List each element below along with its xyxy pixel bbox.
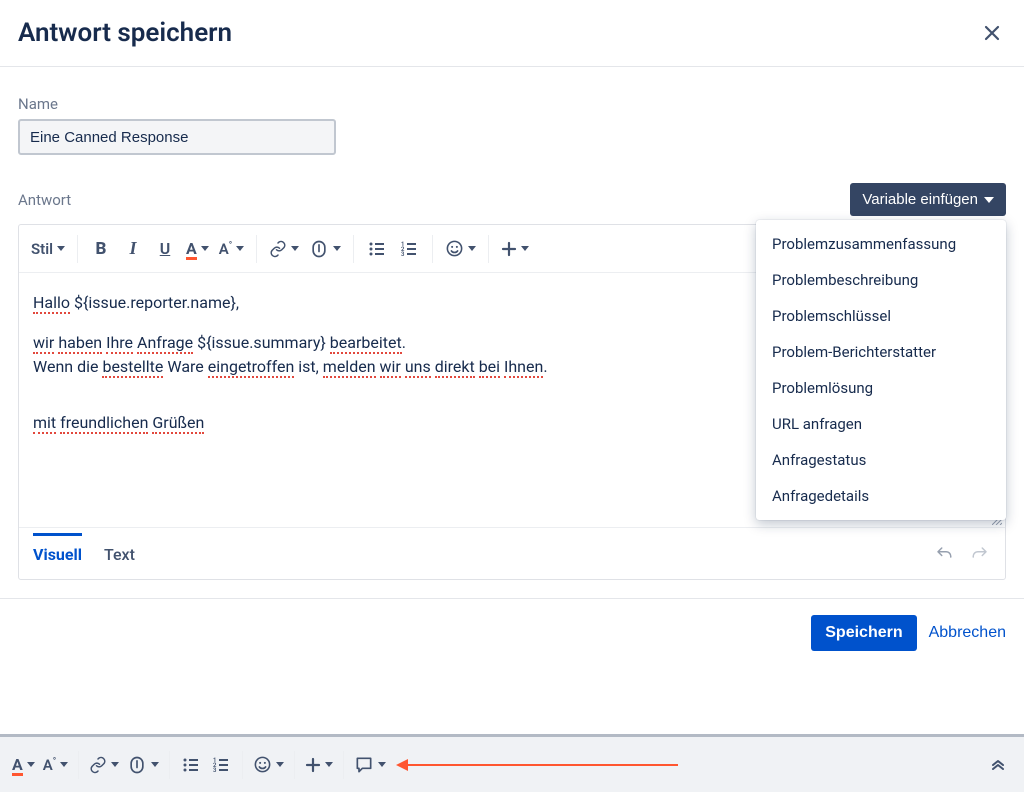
expand-button[interactable] <box>990 757 1016 773</box>
chevron-down-icon <box>27 762 35 767</box>
bg-more-formatting-button[interactable]: A° <box>39 748 73 782</box>
more-formatting-button[interactable]: A° <box>215 232 249 266</box>
editor-tabs: Visuell Text <box>19 527 1005 579</box>
separator <box>256 235 257 263</box>
name-input[interactable] <box>18 119 336 155</box>
link-icon <box>269 240 287 258</box>
chevron-down-icon <box>201 246 209 251</box>
bg-insert-more-button[interactable] <box>301 748 337 782</box>
variable-option[interactable]: Problembeschreibung <box>756 262 1006 298</box>
undo-button[interactable] <box>933 545 955 563</box>
chevron-down-icon <box>984 197 994 203</box>
separator <box>353 235 354 263</box>
variable-option[interactable]: Problem-Berichterstatter <box>756 334 1006 370</box>
chevron-down-icon <box>378 762 386 767</box>
save-button[interactable]: Speichern <box>811 615 916 651</box>
chevron-down-icon <box>468 246 476 251</box>
chevron-down-icon <box>60 762 68 767</box>
separator <box>488 235 489 263</box>
variable-option[interactable]: Anfragestatus <box>756 442 1006 478</box>
bg-link-button[interactable] <box>85 748 123 782</box>
annotation-arrow <box>396 759 678 771</box>
separator <box>432 235 433 263</box>
tab-text[interactable]: Text <box>104 533 135 574</box>
svg-text:3: 3 <box>213 767 217 774</box>
variable-option[interactable]: Problemschlüssel <box>756 298 1006 334</box>
numbered-list-icon: 123 <box>400 240 418 258</box>
chevron-down-icon <box>151 762 159 767</box>
attachment-icon <box>127 755 147 775</box>
svg-text:3: 3 <box>401 251 405 258</box>
close-icon[interactable] <box>980 21 1004 45</box>
separator <box>294 751 295 779</box>
link-icon <box>89 756 107 774</box>
bg-bullet-list-button[interactable] <box>176 748 206 782</box>
link-button[interactable] <box>265 232 303 266</box>
insert-variable-button[interactable]: Variable einfügen <box>850 183 1006 216</box>
emoji-icon <box>445 239 464 258</box>
dialog-title: Antwort speichern <box>18 18 232 48</box>
tab-visual[interactable]: Visuell <box>33 533 82 574</box>
antwort-row: Antwort Variable einfügen <box>18 183 1006 216</box>
chevron-down-icon <box>57 246 65 251</box>
redo-button[interactable] <box>969 545 991 563</box>
bg-numbered-list-button[interactable]: 123 <box>206 748 236 782</box>
emoji-button[interactable] <box>441 232 480 266</box>
chevron-down-icon <box>325 762 333 767</box>
style-dropdown[interactable]: Stil <box>27 232 69 266</box>
numbered-list-icon: 123 <box>212 756 230 774</box>
cancel-button[interactable]: Abbrechen <box>929 624 1006 642</box>
bg-emoji-button[interactable] <box>249 748 288 782</box>
plus-icon <box>305 757 321 773</box>
chevron-down-icon <box>333 246 341 251</box>
separator <box>242 751 243 779</box>
background-toolbar: A A° 123 <box>0 734 1024 792</box>
chevron-down-icon <box>236 246 244 251</box>
separator <box>78 751 79 779</box>
variable-option[interactable]: Problemzusammenfassung <box>756 226 1006 262</box>
insert-variable-label: Variable einfügen <box>862 191 978 208</box>
chevron-down-icon <box>111 762 119 767</box>
separator <box>343 751 344 779</box>
dialog-footer: Speichern Abbrechen <box>0 598 1024 667</box>
emoji-icon <box>253 755 272 774</box>
attachment-icon <box>309 239 329 259</box>
separator <box>169 751 170 779</box>
style-label: Stil <box>31 240 53 258</box>
chevron-down-icon <box>291 246 299 251</box>
plus-icon <box>501 241 517 257</box>
bold-button[interactable]: B <box>86 232 116 266</box>
bg-canned-response-button[interactable] <box>350 748 390 782</box>
underline-button[interactable]: U <box>150 232 180 266</box>
bg-attachment-button[interactable] <box>123 748 163 782</box>
variable-dropdown: Problemzusammenfassung Problembeschreibu… <box>756 220 1006 520</box>
dialog-header: Antwort speichern <box>0 0 1024 67</box>
variable-option[interactable]: Problemlösung <box>756 370 1006 406</box>
numbered-list-button[interactable]: 123 <box>394 232 424 266</box>
bullet-list-button[interactable] <box>362 232 392 266</box>
bullet-list-icon <box>368 240 386 258</box>
chevron-down-icon <box>276 762 284 767</box>
name-label: Name <box>18 95 1006 113</box>
variable-option[interactable]: Anfragedetails <box>756 478 1006 514</box>
chevron-down-icon <box>521 246 529 251</box>
chat-icon <box>354 755 374 775</box>
bg-text-color-button[interactable]: A <box>8 748 39 782</box>
bullet-list-icon <box>182 756 200 774</box>
separator <box>77 235 78 263</box>
variable-option[interactable]: URL anfragen <box>756 406 1006 442</box>
italic-button[interactable]: I <box>118 232 148 266</box>
insert-more-button[interactable] <box>497 232 533 266</box>
antwort-label: Antwort <box>18 191 71 209</box>
text-color-button[interactable]: A <box>182 232 213 266</box>
attachment-button[interactable] <box>305 232 345 266</box>
